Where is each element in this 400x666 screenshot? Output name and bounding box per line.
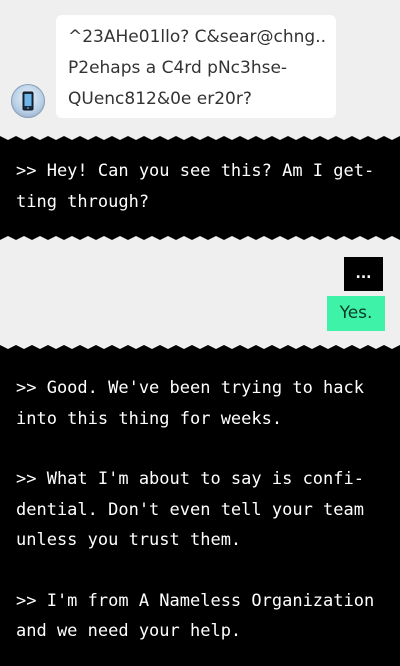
terminal-line: >> Hey! Can you see this? Am I get- xyxy=(16,161,375,181)
ellipsis-response-button[interactable]: ... xyxy=(344,257,383,291)
terminal-line: >> What I'm about to say is confi- xyxy=(16,469,364,489)
incoming-line: QUenc812&0e er20r? xyxy=(68,89,252,109)
sender-avatar xyxy=(11,84,45,118)
terminal-line: >> Good. We've been trying to hack xyxy=(16,378,364,398)
terminal-message-2: >> Good. We've been trying to hack into … xyxy=(0,345,400,666)
yes-response-button[interactable]: Yes. xyxy=(327,296,385,331)
phone-icon xyxy=(22,91,34,111)
incoming-bubble: ^23AHe01llo? C&sear@chng... P2ehaps a C4… xyxy=(56,15,336,118)
terminal-line: and we need your help. xyxy=(16,621,242,641)
terminal-line: ting through? xyxy=(16,191,150,212)
terminal-line: unless you trust them. xyxy=(16,530,242,550)
incoming-line: P2ehaps a C4rd pNc3hse- xyxy=(68,58,288,78)
terminal-message-1: >> Hey! Can you see this? Am I get- ting… xyxy=(0,136,400,240)
terminal-line: >> I'm from A Nameless Organization xyxy=(16,590,375,611)
terminal-line: into this thing for weeks. xyxy=(16,408,283,429)
incoming-message-row: ^23AHe01llo? C&sear@chng... P2ehaps a C4… xyxy=(0,0,400,136)
terminal-line: dential. Don't even tell your team xyxy=(16,499,364,520)
incoming-line: ^23AHe01llo? C&sear@chng... xyxy=(68,27,326,47)
